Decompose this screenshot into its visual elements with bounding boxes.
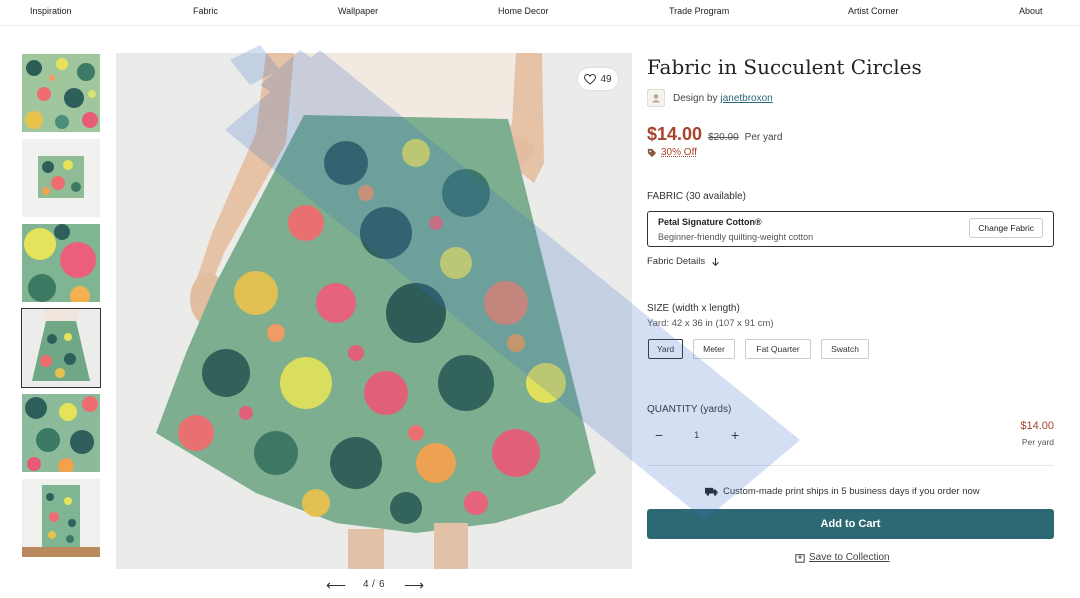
fabric-swatch-image xyxy=(22,139,100,217)
original-price: $20.00 xyxy=(708,132,739,143)
price-unit: Per yard xyxy=(744,132,783,143)
line-price: $14.00 xyxy=(1020,420,1054,432)
change-fabric-button[interactable]: Change Fabric xyxy=(969,218,1043,238)
top-nav: Inspiration Fabric Wallpaper Home Decor … xyxy=(0,0,1080,26)
fabric-label: FABRIC (30 available) xyxy=(647,191,746,202)
thumbnail-3[interactable] xyxy=(22,224,100,302)
quantity-increase-button[interactable]: + xyxy=(731,427,739,443)
size-option-fat-quarter[interactable]: Fat Quarter xyxy=(745,339,811,359)
skirt-thumbnail-image xyxy=(22,309,100,387)
product-title: Fabric in Succulent Circles xyxy=(647,55,922,79)
image-pager: ⟵ 4 / 6 ⟶ xyxy=(326,578,424,592)
thumbnail-4[interactable] xyxy=(21,308,101,388)
size-label: SIZE (width x length) xyxy=(647,303,740,314)
fabric-name: Petal Signature Cotton® xyxy=(658,217,762,227)
size-dimensions: Yard: 42 x 36 in (107 x 91 cm) xyxy=(647,318,774,329)
nav-item-trade-program[interactable]: Trade Program xyxy=(669,6,729,16)
thumbnail-5[interactable] xyxy=(22,394,100,472)
fabric-selector[interactable]: Petal Signature Cotton® Beginner-friendl… xyxy=(647,211,1054,247)
save-to-collection-button[interactable]: Save to Collection xyxy=(795,552,890,563)
current-price: $14.00 xyxy=(647,124,703,144)
quantity-value[interactable]: 1 xyxy=(694,430,699,441)
shipping-notice: Custom-made print ships in 5 business da… xyxy=(705,486,980,497)
quantity-decrease-button[interactable]: − xyxy=(655,427,663,443)
nav-item-about[interactable]: About xyxy=(1019,6,1043,16)
size-option-meter[interactable]: Meter xyxy=(693,339,735,359)
designer-logo-icon xyxy=(652,94,660,103)
size-option-yard[interactable]: Yard xyxy=(648,339,683,359)
designer-row: Design by janetbroxon xyxy=(647,88,773,108)
pager-separator: / xyxy=(372,579,375,590)
arrow-down-icon xyxy=(712,257,719,266)
pager-current: 4 xyxy=(363,579,369,590)
fabric-hanging-image xyxy=(22,479,100,557)
quantity-stepper: − 1 + xyxy=(647,427,757,447)
quantity-label: QUANTITY (yards) xyxy=(647,404,732,415)
fabric-details-link[interactable]: Fabric Details xyxy=(647,256,720,267)
line-price-unit: Per yard xyxy=(1021,437,1054,447)
nav-item-home-decor[interactable]: Home Decor xyxy=(498,6,549,16)
favorite-count: 49 xyxy=(600,73,612,85)
design-by-label: Design by xyxy=(673,92,718,104)
fabric-details-label: Fabric Details xyxy=(647,256,706,267)
next-arrow-icon[interactable]: ⟶ xyxy=(404,578,424,592)
thumbnail-6[interactable] xyxy=(22,479,100,557)
size-option-swatch[interactable]: Swatch xyxy=(821,339,869,359)
price-row: $14.00 $20.00 Per yard xyxy=(647,124,782,145)
fabric-closeup-image xyxy=(22,224,100,302)
discount-badge: 30% Off xyxy=(647,147,697,158)
thumbnail-2[interactable] xyxy=(22,139,100,217)
heart-icon xyxy=(584,73,597,85)
favorite-button[interactable]: 49 xyxy=(578,68,618,90)
fabric-description: Beginner-friendly quilting-weight cotton xyxy=(658,232,814,242)
save-to-collection-label: Save to Collection xyxy=(809,552,890,563)
collection-icon xyxy=(795,553,805,563)
tag-icon xyxy=(647,148,657,157)
designer-avatar[interactable] xyxy=(647,89,665,107)
truck-icon xyxy=(705,487,718,496)
pager-total: 6 xyxy=(379,579,385,590)
designer-link[interactable]: janetbroxon xyxy=(720,93,772,104)
skirt-photo xyxy=(116,53,632,569)
main-product-image xyxy=(116,53,632,569)
nav-item-inspiration[interactable]: Inspiration xyxy=(30,6,72,16)
prev-arrow-icon[interactable]: ⟵ xyxy=(326,578,346,592)
nav-item-fabric[interactable]: Fabric xyxy=(193,6,218,16)
thumbnail-1[interactable] xyxy=(22,54,100,132)
divider xyxy=(647,465,1054,466)
add-to-cart-button[interactable]: Add to Cart xyxy=(647,509,1054,539)
shipping-message: Custom-made print ships in 5 business da… xyxy=(723,486,980,497)
discount-text: 30% Off xyxy=(661,147,697,158)
fabric-detail-image xyxy=(22,394,100,472)
fabric-pattern-image xyxy=(22,54,100,132)
nav-item-artist-corner[interactable]: Artist Corner xyxy=(848,6,899,16)
nav-item-wallpaper[interactable]: Wallpaper xyxy=(338,6,378,16)
